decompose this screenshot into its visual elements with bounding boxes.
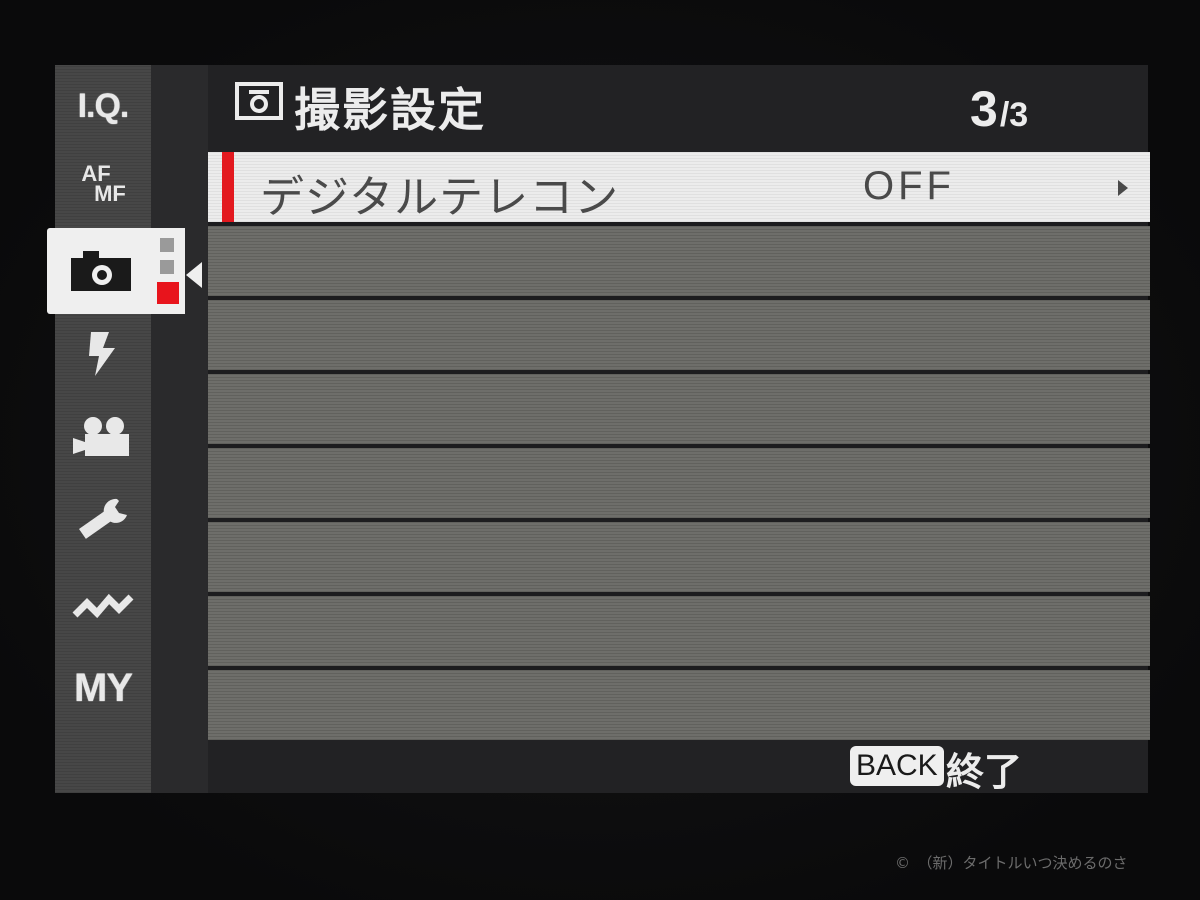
category-my-label: MY	[74, 665, 133, 710]
camera-icon	[235, 80, 283, 124]
chevron-right-icon	[1118, 180, 1128, 196]
flash-icon	[83, 330, 123, 378]
category-setup[interactable]	[55, 484, 151, 556]
category-iq-label: I.Q.	[77, 86, 130, 125]
list-item	[208, 226, 1150, 296]
category-shooting[interactable]	[47, 228, 185, 314]
menu-item-label: デジタルテレコン	[260, 172, 620, 223]
movie-camera-icon	[71, 414, 135, 458]
page-indicator: 3/3	[970, 80, 1028, 138]
list-item	[208, 596, 1150, 666]
menu-item-digital-teleconverter[interactable]: デジタルテレコン OFF	[208, 152, 1150, 223]
page-total: /3	[999, 96, 1029, 134]
list-item	[208, 670, 1150, 740]
selection-marker	[222, 152, 234, 222]
camera-icon	[69, 249, 133, 293]
menu-list: デジタルテレコン OFF	[208, 152, 1150, 744]
wrench-icon	[73, 495, 133, 545]
menu-item-value: OFF	[863, 164, 955, 208]
page-title: 撮影設定	[294, 83, 486, 137]
category-af-mf[interactable]: AF MF	[55, 148, 151, 220]
back-action-label: 終了	[946, 750, 1023, 794]
connection-icon	[71, 589, 135, 623]
category-flash[interactable]	[55, 318, 151, 390]
category-connection[interactable]	[55, 570, 151, 642]
list-item	[208, 448, 1150, 518]
category-mf-label: MF	[94, 181, 126, 206]
page-current: 3	[970, 81, 998, 137]
active-pointer	[186, 262, 202, 288]
list-item	[208, 374, 1150, 444]
list-item	[208, 300, 1150, 370]
back-button[interactable]: BACK	[850, 746, 944, 786]
rail-separator	[151, 65, 208, 793]
watermark: © （新）タイトルいつ決めるのさ	[895, 854, 1128, 872]
list-item	[208, 522, 1150, 592]
category-movie[interactable]	[55, 400, 151, 472]
category-iq[interactable]: I.Q.	[55, 70, 151, 142]
category-my-menu[interactable]: MY	[55, 652, 151, 724]
subpage-indicator	[157, 238, 179, 304]
